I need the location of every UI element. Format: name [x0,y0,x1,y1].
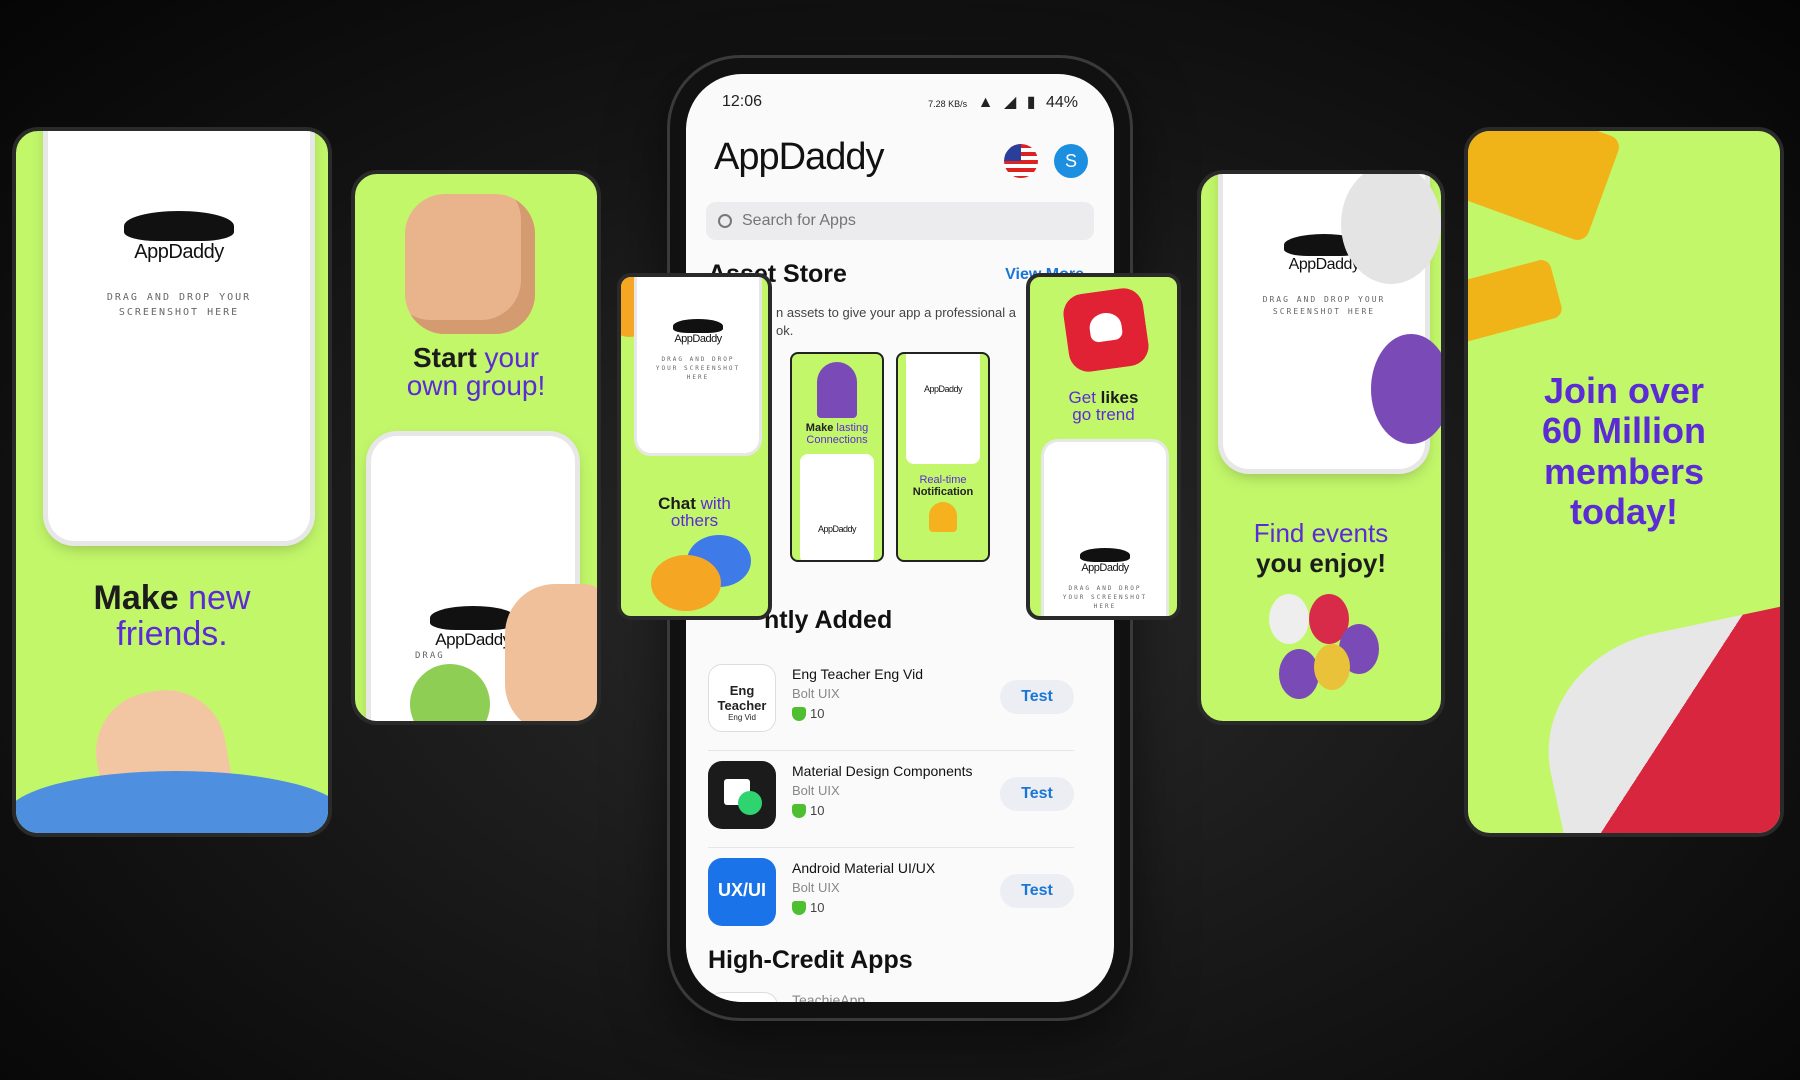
balloon-bunch-icon [1269,594,1379,714]
app-developer: Bolt UIX [792,686,840,701]
people-illustration-icon [817,362,857,418]
search-input[interactable] [740,211,1044,231]
recently-added-title: ntly Added [764,606,893,634]
us-flag-icon[interactable] [1004,144,1038,178]
sleeve-illustration-icon [16,771,328,833]
promo-card-make-friends: AppDaddy DRAG AND DROP YOUR SCREENSHOT H… [12,127,332,837]
status-bar: 12:06 7.28 KB/s ▲ ◢ ▮ 44% [722,90,1078,114]
test-button[interactable]: Test [1000,777,1074,811]
battery-icon: ▮ [1026,94,1036,111]
app-name: Eng Teacher Eng Vid [792,666,924,682]
drop-hint: DRAG AND DROP YOUR SCREENSHOT HERE [1262,295,1386,316]
app-credits: 10 [792,803,824,818]
signal-icon: ◢ [1003,94,1017,111]
app-title: AppDaddy [714,136,884,178]
material-components-app-icon [708,761,776,829]
app-developer: Bolt UIX [792,783,840,798]
test-button[interactable]: Test [1000,680,1074,714]
mini-screenshot: AppDaddy [906,354,980,464]
card-heading: Chat with others [658,494,731,530]
white-balloon-icon [1341,174,1441,284]
app-credits: 10 [792,706,824,721]
promo-card-start-group: Start your own group! AppDaddy DRAG [351,170,601,725]
card-heading: Get likes go trend [1068,388,1139,424]
avatar[interactable]: S [1054,144,1088,178]
list-item[interactable]: Eng Teacher Eng Vid Eng Teacher Eng Vid … [708,654,1074,751]
brand-name: AppDaddy [134,241,224,263]
yellow-burst-icon [1468,257,1564,345]
asset-card-notification[interactable]: AppDaddy Real-time Notification [896,352,990,562]
mini-screenshot: AppDaddy [800,454,874,560]
credit-shield-icon [792,900,806,915]
search-icon [718,214,732,228]
asset-card-connections[interactable]: Make lasting Connections AppDaddy [790,352,884,562]
hand-illustration-icon [505,584,597,721]
eng-teacher-app-icon: Eng Teacher Eng Vid [708,664,776,732]
recent-app-list: Eng Teacher Eng Vid Eng Teacher Eng Vid … [708,654,1114,944]
app-credits: 10 [792,900,824,915]
high-credit-title: High-Credit Apps [708,946,913,974]
mustache-logo-icon [430,606,516,630]
screenshot-placeholder[interactable]: AppDaddy DRAG AND DROP YOUR SCREENSHOT H… [1044,442,1166,616]
card-heading: Start your own group! [406,342,546,401]
megaphone-icon [1526,606,1780,833]
promo-card-get-likes: Get likes go trend AppDaddy DRAG AND DRO… [1026,273,1181,620]
heart-icon [1060,285,1152,375]
purple-balloon-icon [1371,334,1441,444]
mustache-logo-icon [1080,548,1130,562]
teachie-app-icon [708,992,778,1002]
promo-card-join-members: Join over 60 Million members today! [1464,127,1784,837]
status-time: 12:06 [722,93,763,110]
card-heading: Make new friends. [93,579,251,653]
promo-card-find-events: AppDaddy DRAG AND DROP YOUR SCREENSHOT H… [1197,170,1445,725]
drop-hint: DRAG AND DROP YOUR SCREENSHOT HERE [106,292,252,318]
battery-level: 44% [1045,94,1078,111]
promo-card-chat-others: AppDaddy DRAG AND DROP YOUR SCREENSHOT H… [617,273,772,620]
app-developer: Bolt UIX [792,880,840,895]
wifi-icon: ▲ [977,94,994,111]
mustache-logo-icon [673,319,723,333]
stacked-hands-icon [405,194,535,334]
ux-ui-app-icon: UX/UI [708,858,776,926]
list-item[interactable]: Material Design Components Bolt UIX 10 T… [708,751,1074,848]
chat-bubble-icon [651,555,721,611]
app-name: Material Design Components [792,763,973,779]
app-name: Android Material UI/UX [792,860,936,876]
yellow-burst-icon [1468,131,1623,244]
bell-icon [929,502,957,532]
app-name[interactable]: TeachieApp [792,992,865,1002]
card-heading: Join over 60 Million members today! [1541,370,1707,532]
screenshot-placeholder[interactable]: AppDaddy DRAG AND DROP YOUR SCREENSHOT H… [637,277,759,453]
search-bar[interactable] [706,202,1094,240]
card-heading: Find events you enjoy! [1253,518,1389,578]
network-speed: 7.28 KB/s [928,99,968,109]
list-item[interactable]: UX/UI Android Material UI/UX Bolt UIX 10… [708,848,1074,944]
mustache-logo-icon [124,211,234,241]
credit-shield-icon [792,706,806,721]
test-button[interactable]: Test [1000,874,1074,908]
screenshot-placeholder[interactable]: AppDaddy DRAG AND DROP YOUR SCREENSHOT H… [48,131,310,541]
credit-shield-icon [792,803,806,818]
